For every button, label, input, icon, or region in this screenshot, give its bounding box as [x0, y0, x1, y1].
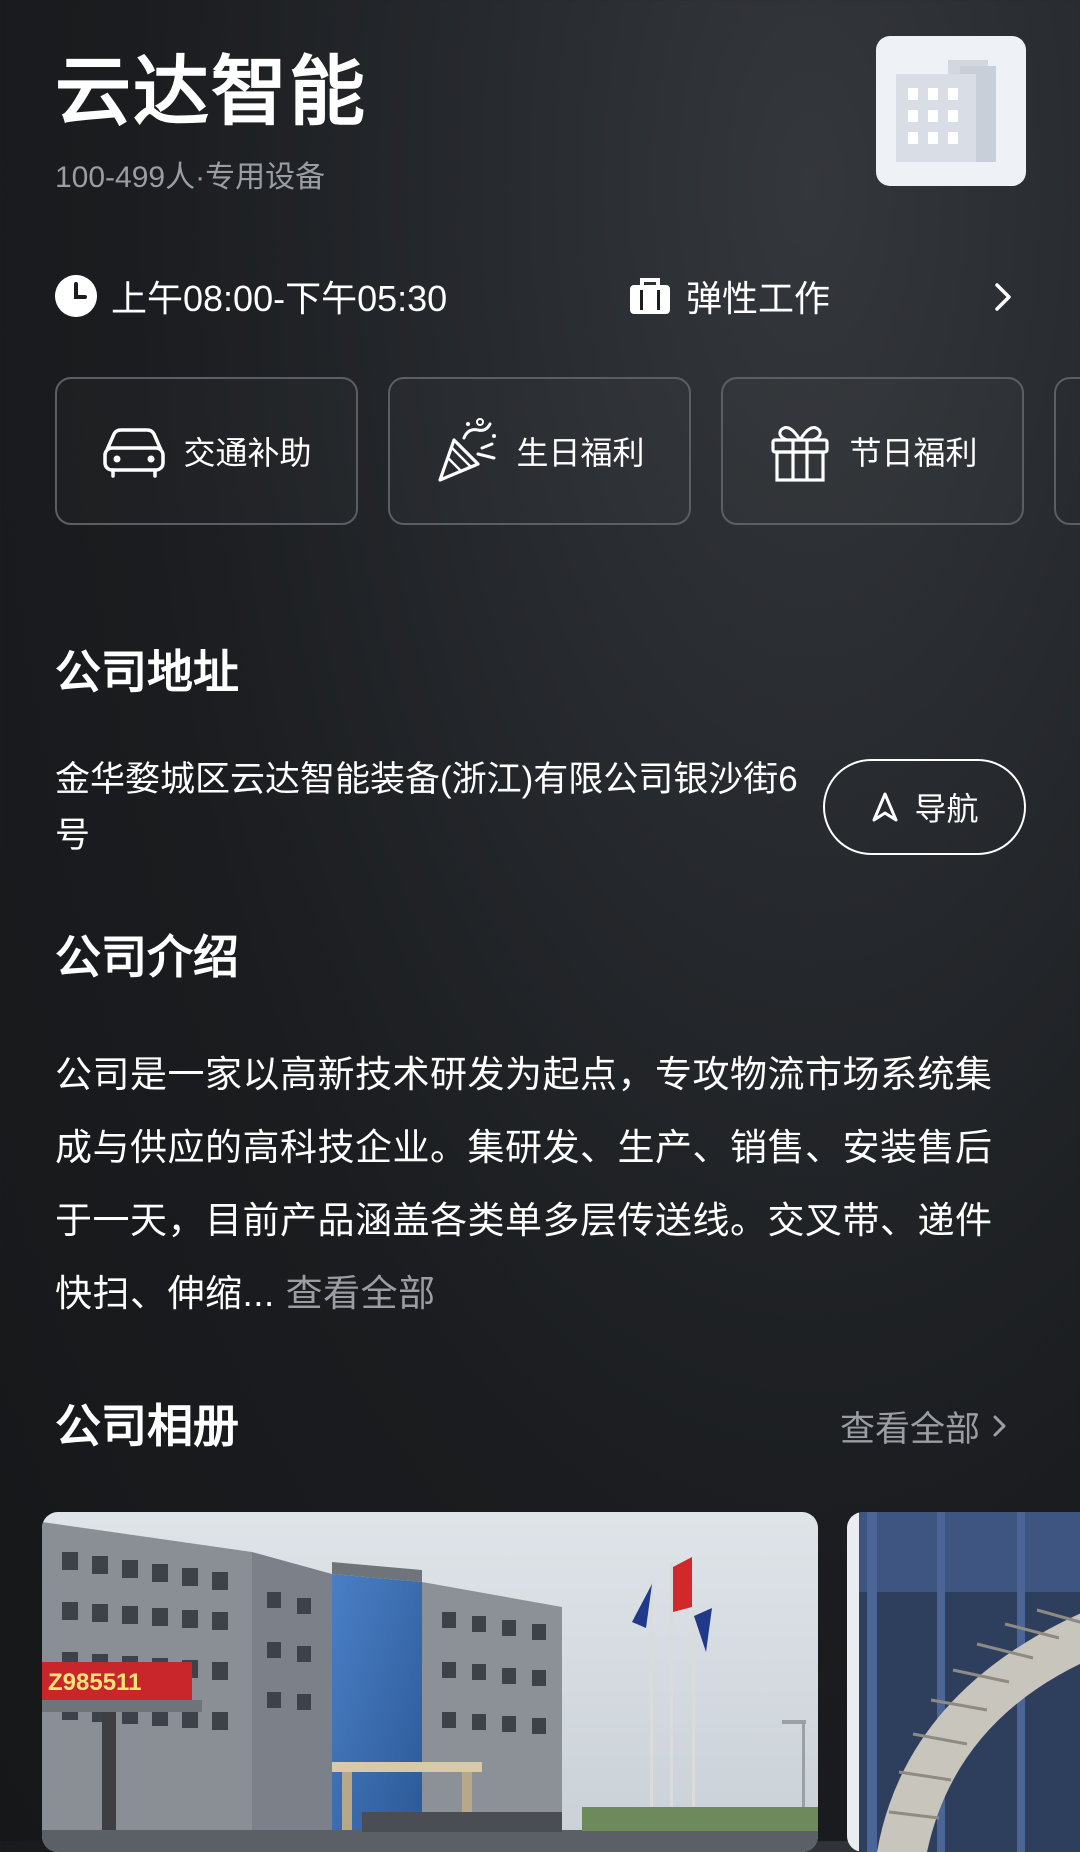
album-section-title: 公司相册 — [55, 1400, 239, 1452]
conveyor-line-image — [847, 1512, 1080, 1852]
party-popper-icon — [438, 418, 497, 482]
address-section-title: 公司地址 — [55, 646, 239, 698]
album-view-all-link[interactable]: 查看全部 — [840, 1398, 1012, 1454]
intro-section-title: 公司介绍 — [55, 931, 239, 983]
album-photo[interactable]: Z985511 — [42, 1512, 818, 1852]
benefit-label: 交通补助 — [183, 435, 312, 471]
navigation-label: 导航 — [914, 791, 979, 827]
company-name: 云达智能 — [55, 50, 367, 135]
benefit-label: 节日福利 — [849, 435, 978, 471]
sign-text: Z985511 — [48, 1669, 141, 1696]
benefit-card-holiday[interactable]: 节日福利 — [721, 377, 1024, 525]
album-view-all-label: 查看全部 — [840, 1409, 981, 1449]
work-schedule-text: 弹性工作 — [686, 278, 831, 319]
benefit-card-partial[interactable] — [1054, 377, 1080, 525]
intro-text: 公司是一家以高新技术研发为起点，专攻物流市场系统集成与供应的高科技企业。集研发、… — [55, 1038, 1025, 1330]
benefit-label: 生日福利 — [516, 435, 645, 471]
car-icon — [103, 428, 166, 478]
chevron-right-icon[interactable] — [988, 280, 1018, 314]
address-text: 金华婺城区云达智能装备(浙江)有限公司银沙街6号 — [55, 760, 798, 855]
company-logo[interactable] — [876, 36, 1026, 186]
briefcase-icon — [630, 278, 670, 314]
work-schedule[interactable]: 弹性工作 — [628, 270, 830, 322]
navigation-button[interactable]: 导航 — [823, 759, 1026, 855]
building-icon — [896, 60, 996, 162]
work-hours-text: 上午08:00-下午05:30 — [111, 278, 448, 319]
navigation-arrow-icon — [872, 792, 898, 822]
gift-icon — [771, 426, 830, 482]
chevron-right-icon — [993, 1415, 1006, 1437]
benefit-card-birthday[interactable]: 生日福利 — [388, 377, 691, 525]
clock-icon — [55, 275, 97, 317]
album-photo[interactable] — [847, 1512, 1080, 1852]
work-hours: 上午08:00-下午05:30 — [55, 270, 447, 322]
benefit-card-transport[interactable]: 交通补助 — [55, 377, 358, 525]
factory-building-image: Z985511 — [42, 1512, 818, 1852]
intro-body: 公司是一家以高新技术研发为起点，专攻物流市场系统集成与供应的高科技企业。集研发、… — [55, 1054, 993, 1314]
company-meta: 100-499人·专用设备 — [55, 161, 326, 194]
intro-view-all-link[interactable]: 查看全部 — [286, 1273, 436, 1314]
